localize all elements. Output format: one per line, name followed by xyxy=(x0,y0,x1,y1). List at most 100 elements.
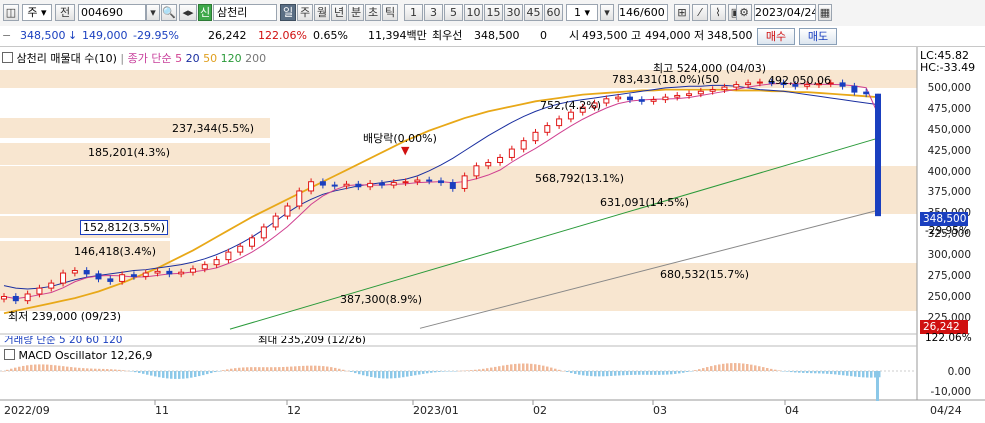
macd-bar-65 xyxy=(262,367,265,371)
macd-bar-86 xyxy=(346,370,349,372)
candle-body-23 xyxy=(272,215,279,228)
candle-body-51 xyxy=(603,98,610,104)
macd-bar-208 xyxy=(834,371,837,375)
macd-bar-24 xyxy=(98,368,101,371)
legend-ma20: 20 xyxy=(185,52,200,65)
macd-bar-105 xyxy=(422,371,425,374)
macd-bar-46 xyxy=(186,371,189,379)
macd-bar-158 xyxy=(634,371,637,375)
candle-body-28 xyxy=(331,184,338,187)
low-annotation: 최저 239,000 (09/23) xyxy=(8,310,122,323)
macd-bar-70 xyxy=(282,366,285,371)
macd-bar-214 xyxy=(858,371,861,378)
macd-bar-171 xyxy=(686,371,689,372)
candle-body-5 xyxy=(60,272,67,284)
macd-bar-115 xyxy=(462,370,465,372)
macd-bar-102 xyxy=(410,371,413,376)
macd-bar-128 xyxy=(514,363,517,371)
macd-bar-178 xyxy=(714,365,717,371)
macd-bar-94 xyxy=(378,371,381,379)
macd-bar-2 xyxy=(10,368,13,371)
candle-body-24 xyxy=(284,205,291,217)
candle-body-59 xyxy=(697,90,704,95)
volume-tag-pct: 122.06% xyxy=(925,332,972,344)
macd-bar-187 xyxy=(750,364,753,371)
macd-bar-74 xyxy=(298,366,301,371)
macd-bar-73 xyxy=(294,366,297,371)
macd-bar-136 xyxy=(546,366,549,371)
checkbox-icon[interactable] xyxy=(2,52,13,63)
dividend-annotation: 배당락(0.00%) xyxy=(363,132,437,145)
checkbox-icon[interactable] xyxy=(4,349,15,360)
candle-body-73 xyxy=(863,91,870,95)
candle-body-45 xyxy=(532,131,539,142)
macd-bar-198 xyxy=(794,371,797,373)
macd-bar-97 xyxy=(390,371,393,379)
macd-tick-0: 0.00 xyxy=(947,366,971,378)
candle-body-13 xyxy=(154,270,161,274)
y-tick-4: 400,000 xyxy=(927,165,971,178)
candle-body-55 xyxy=(650,99,657,102)
macd-bar-215 xyxy=(862,371,865,378)
macd-bar-15 xyxy=(62,366,65,371)
macd-bar-153 xyxy=(614,371,617,376)
y-tick-8: 300,000 xyxy=(927,249,971,262)
candle-body-35 xyxy=(414,179,421,183)
macd-bar-28 xyxy=(114,369,117,371)
macd-bar-207 xyxy=(830,371,833,375)
candle-body-57 xyxy=(674,94,681,98)
macd-bar-0 xyxy=(2,371,5,372)
macd-bar-63 xyxy=(254,367,257,371)
volume-band-label-0: 783,431(18.0%)(50 xyxy=(612,73,720,86)
macd-bar-144 xyxy=(578,371,581,375)
x-tick-5: 03 xyxy=(653,404,667,417)
macd-bar-186 xyxy=(746,364,749,371)
candle-body-46 xyxy=(544,125,551,133)
macd-bar-156 xyxy=(626,371,629,376)
candle-body-0 xyxy=(1,295,7,300)
macd-bar-61 xyxy=(246,367,249,371)
x-tick-6: 04 xyxy=(785,404,799,417)
macd-bar-118 xyxy=(474,369,477,371)
chart-legend[interactable]: 삼천리 매물대 수(10) | 종가 단순 5 20 50 120 200 xyxy=(2,51,267,66)
macd-bar-85 xyxy=(342,369,345,371)
candle-body-64 xyxy=(756,81,763,84)
macd-bar-68 xyxy=(274,367,277,371)
macd-bar-51 xyxy=(206,371,209,375)
macd-bar-177 xyxy=(710,366,713,371)
candle-body-36 xyxy=(426,179,433,182)
macd-bar-110 xyxy=(442,371,445,372)
macd-bar-181 xyxy=(726,363,729,371)
volume-band-label-4: 568,792(13.1%) xyxy=(535,172,625,185)
macd-bar-7 xyxy=(30,364,33,371)
y-tick-1: 475,000 xyxy=(927,102,971,115)
macd-bar-47 xyxy=(190,371,193,378)
y-tick-9: 275,000 xyxy=(927,270,971,283)
macd-bar-131 xyxy=(526,363,529,371)
x-tick-4: 02 xyxy=(533,404,547,417)
macd-bar-162 xyxy=(650,371,653,375)
candle-body-56 xyxy=(662,96,669,101)
macd-bar-119 xyxy=(478,369,481,371)
macd-bar-78 xyxy=(314,365,317,371)
macd-bar-140 xyxy=(562,370,565,372)
macd-bar-72 xyxy=(290,366,293,371)
macd-bar-64 xyxy=(258,367,261,371)
macd-bar-34 xyxy=(138,371,141,373)
macd-bar-36 xyxy=(146,371,149,375)
macd-bar-111 xyxy=(446,371,449,372)
macd-bar-45 xyxy=(182,371,185,379)
candle-body-16 xyxy=(189,268,196,273)
candle-body-4 xyxy=(48,282,55,289)
macd-bar-98 xyxy=(394,371,397,379)
macd-bar-53 xyxy=(214,371,217,373)
volume-legend: 거래량 단순 5 20 60 120 xyxy=(4,336,123,344)
macd-bar-133 xyxy=(534,364,537,371)
macd-bar-170 xyxy=(682,371,685,373)
macd-bar-114 xyxy=(458,370,461,372)
macd-bar-16 xyxy=(66,366,69,371)
candle-body-14 xyxy=(166,270,173,275)
candle-body-29 xyxy=(343,183,350,187)
macd-bar-31 xyxy=(126,370,129,372)
y-tick-2: 450,000 xyxy=(927,123,971,136)
